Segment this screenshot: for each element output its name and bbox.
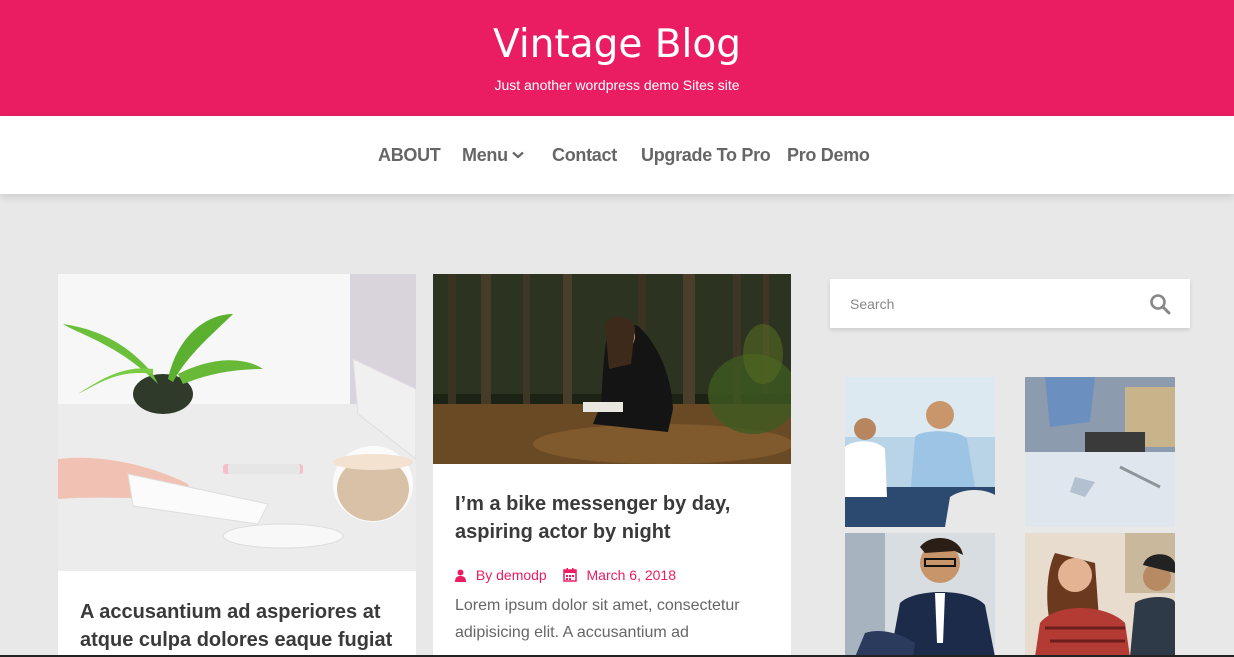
- post-thumbnail-forest[interactable]: [433, 274, 791, 464]
- search-icon[interactable]: [1148, 292, 1172, 316]
- nav-item-pro-demo[interactable]: Pro Demo: [787, 145, 870, 166]
- nav-item-upgrade-to-pro[interactable]: Upgrade To Pro: [641, 145, 771, 166]
- main-nav: ABOUT Menu Contact Upgrade To Pro Pro De…: [0, 116, 1234, 194]
- nav-item-contact[interactable]: Contact: [552, 145, 617, 166]
- nav-item-menu-label: Menu: [462, 145, 508, 165]
- site-tagline: Just another wordpress demo Sites site: [494, 77, 740, 93]
- nav-item-about[interactable]: ABOUT: [378, 145, 441, 166]
- post-thumbnail-desk[interactable]: [58, 274, 416, 571]
- post-date[interactable]: March 6, 2018: [587, 567, 677, 583]
- chevron-down-icon: [512, 151, 524, 159]
- gallery-image-smiling-woman[interactable]: [1025, 533, 1175, 657]
- post-author[interactable]: By demodp: [476, 567, 547, 583]
- gallery-image-man-glasses[interactable]: [845, 533, 995, 657]
- site-header: Vintage Blog Just another wordpress demo…: [0, 0, 1234, 116]
- user-icon: [455, 569, 466, 582]
- search-input[interactable]: [850, 293, 1130, 315]
- site-title[interactable]: Vintage Blog: [0, 22, 1234, 67]
- post-excerpt: Lorem ipsum dolor sit amet, consectetur …: [455, 597, 740, 641]
- gallery-image-meeting[interactable]: [845, 377, 995, 527]
- search-widget: [830, 279, 1190, 328]
- post-meta: By demodp March 6, 2018: [455, 566, 676, 583]
- post-title[interactable]: I’m a bike messenger by day, aspiring ac…: [455, 490, 775, 546]
- nav-item-menu[interactable]: Menu: [462, 145, 524, 166]
- gallery-image-laptop[interactable]: [1025, 377, 1175, 527]
- calendar-icon: [562, 568, 577, 583]
- post-title[interactable]: A accusantium ad asperiores at atque cul…: [80, 598, 400, 654]
- post-card: I’m a bike messenger by day, aspiring ac…: [433, 274, 791, 657]
- post-card: A accusantium ad asperiores at atque cul…: [58, 274, 416, 657]
